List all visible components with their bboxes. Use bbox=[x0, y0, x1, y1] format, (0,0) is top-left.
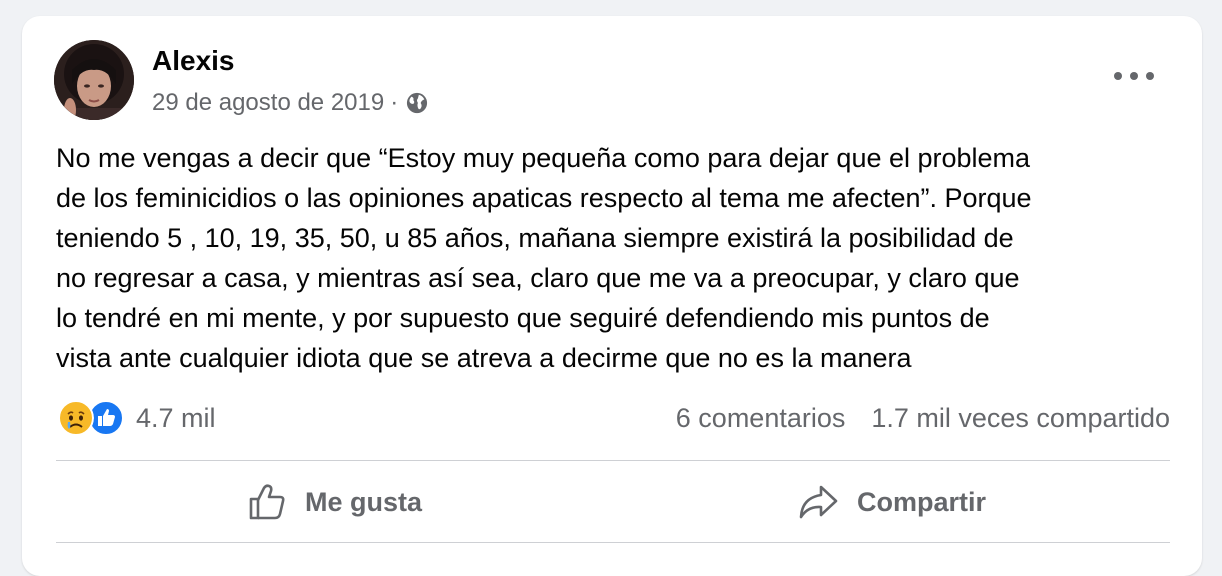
post-actions: Me gusta Compartir bbox=[56, 464, 1170, 540]
comments-count[interactable]: 6 comentarios bbox=[676, 400, 846, 436]
more-dot-icon bbox=[1146, 72, 1154, 80]
author-name[interactable]: Alexis bbox=[152, 44, 235, 78]
globe-icon[interactable] bbox=[406, 92, 428, 114]
like-button[interactable]: Me gusta bbox=[56, 464, 613, 540]
thumbs-up-icon bbox=[249, 484, 285, 520]
divider bbox=[56, 460, 1170, 461]
share-arrow-icon bbox=[799, 485, 838, 519]
engagement-stats: 6 comentarios 1.7 mil veces compartido bbox=[650, 400, 1170, 436]
more-dot-icon bbox=[1130, 72, 1138, 80]
share-button-label: Compartir bbox=[856, 486, 986, 517]
reactions-summary[interactable]: 4.7 mil bbox=[58, 400, 216, 436]
post-card: Alexis 29 de agosto de 2019 · No me veng… bbox=[22, 16, 1202, 576]
sad-reaction-icon bbox=[58, 400, 94, 436]
more-options-button[interactable] bbox=[1114, 64, 1154, 88]
avatar[interactable] bbox=[54, 40, 134, 120]
post-text: No me vengas a decir que “Estoy muy pequ… bbox=[56, 143, 1032, 373]
share-button[interactable]: Compartir bbox=[613, 464, 1170, 540]
avatar-image bbox=[54, 40, 134, 120]
reactions-count[interactable]: 4.7 mil bbox=[136, 400, 216, 436]
post-meta: 29 de agosto de 2019 · bbox=[152, 88, 428, 118]
shares-count[interactable]: 1.7 mil veces compartido bbox=[871, 400, 1170, 436]
more-dot-icon bbox=[1114, 72, 1122, 80]
like-button-label: Me gusta bbox=[304, 486, 423, 517]
divider bbox=[56, 542, 1170, 543]
meta-separator: · bbox=[390, 89, 399, 116]
post-date[interactable]: 29 de agosto de 2019 bbox=[152, 88, 384, 118]
